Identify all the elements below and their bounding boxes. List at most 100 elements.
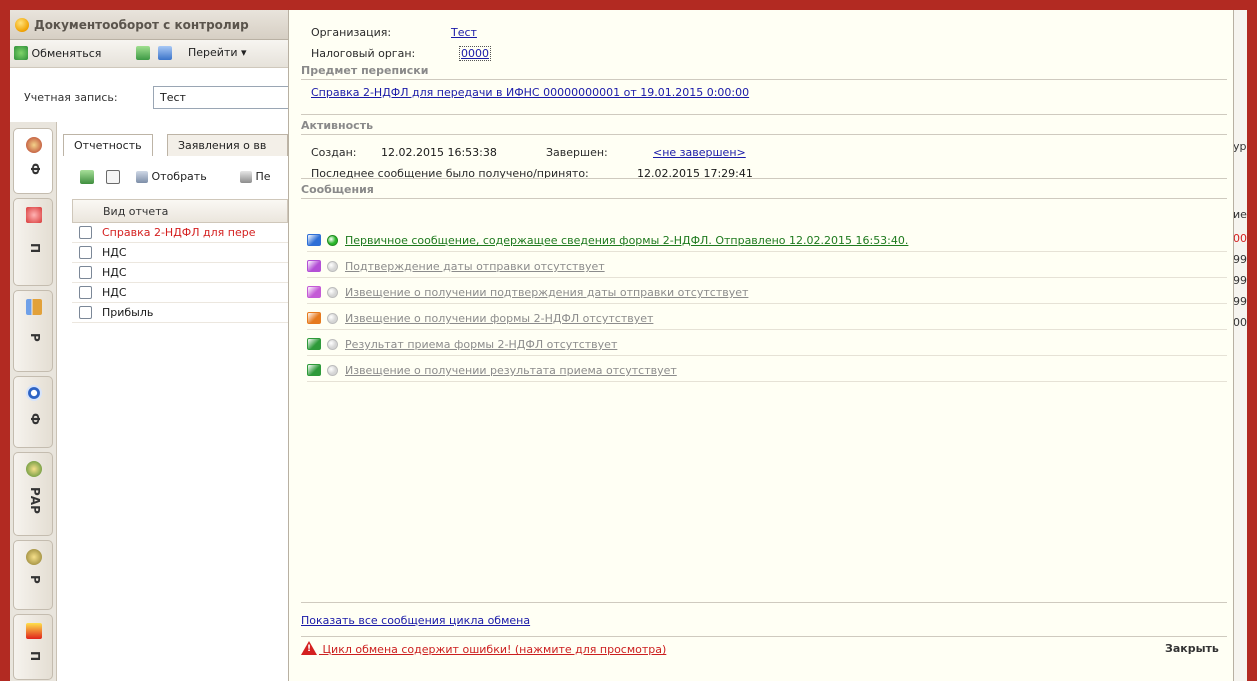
exchange-label: Обменяться (31, 47, 102, 60)
download-icon (136, 46, 150, 60)
side-tab-5[interactable]: РАР (13, 452, 53, 536)
row-checkbox[interactable] (79, 226, 92, 239)
message-link[interactable]: Первичное сообщение, содержащее сведения… (345, 234, 908, 247)
message-link[interactable]: Извещение о получении результата приема … (345, 364, 677, 377)
table-header-report-type[interactable]: Вид отчета (72, 199, 288, 223)
message-row[interactable]: Результат приема формы 2-НДФЛ отсутствуе… (307, 336, 1227, 356)
exchange-button[interactable]: Обменяться (14, 46, 101, 60)
account-label: Учетная запись: (24, 91, 118, 104)
message-link[interactable]: Извещение о получении подтверждения даты… (345, 286, 748, 299)
filter-icon (136, 171, 148, 183)
side-tab-7[interactable]: П (13, 614, 53, 680)
window-title: Документооборот с контролир (34, 18, 249, 32)
side-tab-label: Ф (28, 163, 42, 175)
download-button[interactable] (136, 46, 150, 60)
row-checkbox[interactable] (79, 266, 92, 279)
status-dot-icon (327, 365, 338, 376)
emblem-icon (26, 549, 42, 565)
table-row[interactable]: Справка 2-НДФЛ для пере (72, 223, 288, 243)
right-strip-text: 99 (1233, 253, 1247, 266)
tax-authority-link[interactable]: 0000 (459, 46, 491, 61)
table-row[interactable]: Прибыль (72, 303, 288, 323)
mail-button[interactable] (158, 46, 172, 60)
row-checkbox[interactable] (79, 286, 92, 299)
row-label: Прибыль (102, 306, 154, 319)
side-tab-label: РАР (28, 487, 42, 514)
message-link[interactable]: Извещение о получении формы 2-НДФЛ отсут… (345, 312, 653, 325)
side-tab-3[interactable]: Р (13, 290, 53, 372)
side-tab-label: П (28, 243, 42, 254)
status-dot-icon (327, 235, 338, 246)
window-titlebar[interactable]: Документооборот с контролир (10, 10, 288, 40)
copy-button[interactable] (106, 170, 120, 184)
status-dot-icon (327, 261, 338, 272)
tab-reporting[interactable]: Отчетность (63, 134, 153, 156)
exchange-icon (14, 46, 28, 60)
filter-button[interactable]: Отобрать (136, 170, 207, 183)
warning-icon (301, 641, 317, 655)
organization-row: Организация: (311, 26, 391, 39)
tab-applications[interactable]: Заявления о вв (167, 134, 288, 156)
reports-table: Вид отчета Справка 2-НДФЛ для пере НДС Н… (72, 199, 288, 323)
close-button[interactable]: Закрыть (1165, 642, 1219, 655)
row-checkbox[interactable] (79, 306, 92, 319)
window-frame-left (0, 0, 10, 681)
message-link[interactable]: Результат приема формы 2-НДФЛ отсутствуе… (345, 338, 617, 351)
row-label: НДС (102, 286, 127, 299)
errors-link[interactable]: Цикл обмена содержит ошибки! (нажмите дл… (301, 641, 666, 656)
organization-link[interactable]: Тест (451, 26, 477, 39)
report-tabs: Отчетность Заявления о вв (57, 130, 288, 156)
side-tab-label: Р (28, 575, 42, 584)
account-field[interactable]: Тест (153, 86, 298, 109)
activity-section-header: Активность (301, 114, 1227, 135)
print-button[interactable]: Пе (240, 170, 271, 183)
organization-label: Организация: (311, 26, 392, 39)
table-row[interactable]: НДС (72, 243, 288, 263)
main-toolbar: Обменяться Перейти ▾ (10, 40, 288, 68)
tax-authority-label: Налоговый орган: (311, 47, 416, 60)
footer-divider (301, 602, 1227, 603)
message-link[interactable]: Подтверждение даты отправки отсутствует (345, 260, 605, 273)
right-strip-text: 99 (1233, 295, 1247, 308)
side-tab-label: Ф (28, 413, 42, 425)
message-row[interactable]: Подтверждение даты отправки отсутствует (307, 258, 1227, 278)
table-row[interactable]: НДС (72, 263, 288, 283)
side-tab-6[interactable]: Р (13, 540, 53, 610)
show-all-messages-link[interactable]: Показать все сообщения цикла обмена (301, 614, 530, 627)
right-edge-panel (1232, 10, 1247, 681)
table-toolbar: Отобрать Пе (62, 166, 288, 192)
right-strip-text: 99 (1233, 274, 1247, 287)
message-row[interactable]: Извещение о получении формы 2-НДФЛ отсут… (307, 310, 1227, 330)
side-tab-1[interactable]: Ф (13, 128, 53, 194)
subject-document-link[interactable]: Справка 2-НДФЛ для передачи в ИФНС 00000… (311, 86, 749, 99)
created-value: 12.02.2015 16:53:38 (381, 146, 497, 159)
envelope-result-icon (307, 338, 321, 350)
window-frame-top (0, 0, 1257, 10)
side-tab-2[interactable]: П (13, 198, 53, 286)
account-row: Учетная запись: Тест (10, 86, 298, 110)
message-row[interactable]: Первичное сообщение, содержащее сведения… (307, 232, 1227, 252)
printer-icon (240, 171, 252, 183)
finished-label: Завершен: (546, 146, 608, 159)
copy-icon (106, 170, 120, 184)
errors-link-text: Цикл обмена содержит ошибки! (нажмите дл… (322, 643, 667, 656)
side-tabs: Ф П Р Ф РАР Р П (10, 122, 57, 681)
status-dot-icon (327, 313, 338, 324)
right-strip-text: 00 (1233, 316, 1247, 329)
check-all-button[interactable] (80, 170, 94, 184)
finished-link[interactable]: <не завершен> (653, 146, 746, 159)
side-tab-label: П (28, 651, 42, 662)
envelope-notice-icon (307, 286, 321, 298)
go-menu-button[interactable]: Перейти ▾ (188, 46, 247, 59)
row-checkbox[interactable] (79, 246, 92, 259)
message-row[interactable]: Извещение о получении подтверждения даты… (307, 284, 1227, 304)
table-row[interactable]: НДС (72, 283, 288, 303)
subject-section-header: Предмет переписки (301, 64, 1227, 80)
exchange-cycle-popup: Организация: Тест Налоговый орган: 0000 … (288, 10, 1234, 681)
emblem-green-icon (26, 461, 42, 477)
created-row: Создан: (311, 146, 357, 159)
message-row[interactable]: Извещение о получении результата приема … (307, 362, 1227, 382)
side-tab-4[interactable]: Ф (13, 376, 53, 448)
row-label: НДС (102, 266, 127, 279)
checklist-icon (80, 170, 94, 184)
